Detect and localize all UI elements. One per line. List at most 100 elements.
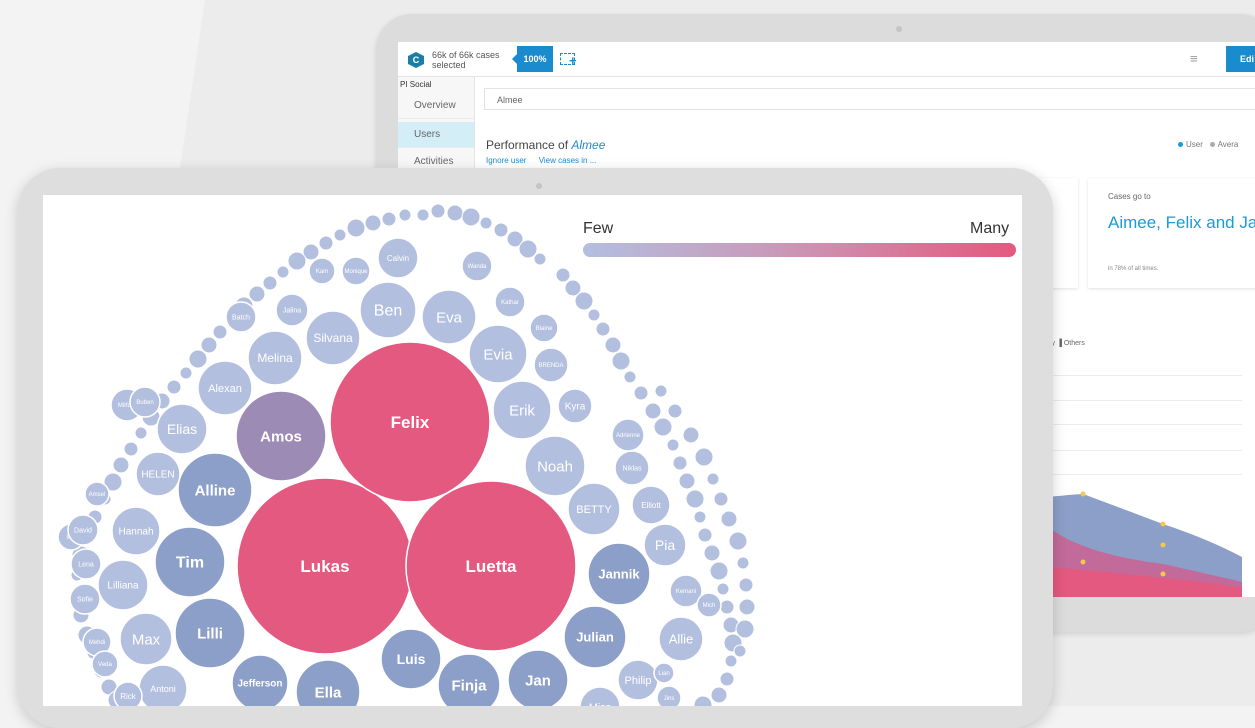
chart-point [1160,521,1166,527]
bubble-blaine[interactable]: Blaine [529,313,559,343]
edit-button[interactable]: Edi [1226,46,1255,72]
bubble-monique[interactable]: Monique [341,256,371,286]
bubble-wanda[interactable]: Wanda [461,250,493,282]
bubble-filler [623,370,637,384]
bubble-label: Pia [655,537,675,553]
bubble-tim[interactable]: Tim [154,526,226,598]
bubble-jannik[interactable]: Jannik [587,542,651,606]
bubble-alline[interactable]: Alline [177,452,253,528]
bubble-label: Melina [257,351,293,365]
bubble-mich[interactable]: Mich [696,592,722,618]
bubble-alexan[interactable]: Alexan [197,360,253,416]
bubble-filler [398,208,412,222]
bubble-jan[interactable]: Jan [507,649,569,706]
bubble-elliott[interactable]: Elliott [631,485,671,525]
bubble-filler [682,426,700,444]
bubble-noah[interactable]: Noah [524,435,586,497]
bubble-filler [738,598,756,616]
bubble-evia[interactable]: Evia [468,324,528,384]
bubble-amsel[interactable]: Amsel [84,481,110,507]
bubble-filler [479,216,493,230]
chart-gridline [1048,424,1242,425]
bubble-philip[interactable]: Philip [617,659,659,701]
bubble-elias[interactable]: Elias [156,403,208,455]
bubble-lilliana[interactable]: Lilliana [97,559,149,611]
bubble-calvin[interactable]: Calvin [377,237,419,279]
bubble-felix[interactable]: Felix [329,341,491,503]
bubble-antoni[interactable]: Antoni [138,664,188,706]
bubble-label: Blaine [536,326,553,332]
app-logo-icon[interactable]: C [408,52,424,68]
front-tablet-screen: Few Many Lukas Luetta Felix Amos Alline Tim Li… [43,195,1022,706]
legend-user: User [1186,140,1203,149]
menu-icon[interactable]: ≡ [1190,51,1198,66]
bubble-sofie[interactable]: Sofie [69,583,101,615]
bubble-label: Mich [703,603,716,609]
bubble-veda[interactable]: Veda [91,650,119,678]
bubble-luetta[interactable]: Luetta [405,480,577,652]
bubble-lilli[interactable]: Lilli [174,597,246,669]
camera-dot [536,183,542,189]
bubble-filler [262,275,278,291]
bubble-lukas[interactable]: Lukas [236,477,414,655]
bubble-melina[interactable]: Melina [247,330,303,386]
bubble-label: Kam [316,269,328,275]
bubble-label: Lukas [300,557,349,576]
bubble-filler [604,336,622,354]
bubble-ella[interactable]: Ella [295,659,361,706]
bubble-filler [123,441,139,457]
bubble-buben[interactable]: Buben [129,386,161,418]
bubble-label: David [74,527,92,534]
bubble-niklas[interactable]: Niklas [614,450,650,486]
sidebar-item-users[interactable]: Users [398,122,474,148]
view-cases-link[interactable]: View cases in ... [539,156,597,165]
bubble-label: BRENDA [538,363,563,369]
bubble-jins[interactable]: Jins [656,685,682,706]
bubble-miss[interactable]: Miss [579,686,621,706]
bubble-david[interactable]: David [67,514,99,546]
user-search-input[interactable]: Almee [484,88,1255,110]
bubble-filler [728,531,748,551]
bubble-label: Noah [537,458,573,475]
bubble-lena[interactable]: Lena [70,548,102,580]
bubble-label: Tim [176,555,204,572]
bubble-filler [276,265,290,279]
bubble-kathar[interactable]: Kathar [494,286,526,318]
bubble-lian[interactable]: Lian [653,662,675,684]
bubble-erik[interactable]: Erik [492,380,552,440]
bubble-julian[interactable]: Julian [563,605,627,669]
bubble-allie[interactable]: Allie [658,616,704,662]
bubble-filler [644,402,662,420]
sidebar-item-overview[interactable]: Overview [398,93,474,119]
bubble-kam[interactable]: Kam [308,257,336,285]
bubble-amos[interactable]: Amos [235,390,327,482]
bubble-eva[interactable]: Eva [421,289,477,345]
bubble-finja[interactable]: Finja [437,653,501,706]
performance-user-name: Almee [571,138,606,152]
bubble-luis[interactable]: Luis [380,628,442,690]
top-toolbar: C 66k of 66k cases selected 100% + ≡ Edi [398,42,1255,77]
card-value: Aimee, Felix and Jan [1108,213,1255,232]
bubble-adrienne[interactable]: Adrienne [611,418,645,452]
bubble-label: Adrienne [616,433,641,439]
bubble-jefferson[interactable]: Jefferson [231,654,289,706]
bubble-max[interactable]: Max [119,612,173,666]
bubble-helen[interactable]: HELEN [135,451,181,497]
bubble-label: Lilli [197,625,223,642]
bubble-kyra[interactable]: Kyra [557,388,593,424]
bubble-batch[interactable]: Batch [225,301,257,333]
bubble-rick[interactable]: Rick [113,681,143,706]
bubble-betty[interactable]: BETTY [567,482,621,536]
bubble-pia[interactable]: Pia [643,523,687,567]
bubble-label: Elliott [641,501,661,510]
bubble-filler [694,447,714,467]
bubble-silvana[interactable]: Silvana [305,310,361,366]
percent-selected-badge[interactable]: 100% [512,46,553,72]
bubble-hannah[interactable]: Hannah [111,506,161,556]
bubble-filler [248,285,266,303]
bubble-jalina[interactable]: Jalina [275,293,309,327]
chart-point [1160,542,1166,548]
bubble-brenda[interactable]: BRENDA [533,347,569,383]
bubble-ben[interactable]: Ben [359,281,417,339]
ignore-user-link[interactable]: Ignore user [486,156,526,165]
